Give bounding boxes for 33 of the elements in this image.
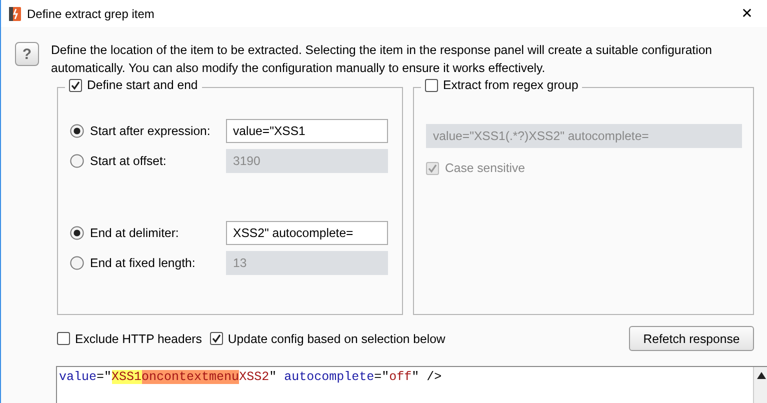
checkbox-icon[interactable]	[210, 332, 223, 345]
help-icon: ?	[15, 42, 39, 66]
checkbox-label: Exclude HTTP headers	[75, 332, 202, 346]
highlighted-code-token: oncontextmenu	[142, 370, 240, 384]
code-token: autocomplete	[284, 370, 374, 384]
checkbox-icon[interactable]	[425, 78, 438, 92]
radio-label: End at fixed length:	[90, 256, 196, 270]
checkbox-label: Update config based on selection below	[228, 332, 446, 346]
code-token: ="	[96, 370, 112, 384]
radio-label: End at delimiter:	[90, 226, 179, 240]
window-title: Define extract grep item	[27, 6, 156, 20]
radio-button[interactable]	[70, 226, 84, 240]
radio-label: Start at offset:	[90, 154, 166, 168]
checkbox-label: Case sensitive	[445, 161, 525, 175]
radio-label: Start after expression:	[90, 124, 210, 138]
close-button[interactable]: ✕	[727, 0, 767, 27]
checkbox-label: Extract from regex group	[443, 78, 578, 92]
value-field[interactable]: value="XSS1	[226, 119, 388, 143]
code-token: " />	[412, 370, 442, 384]
code-token: ="	[374, 370, 390, 384]
checkbox-icon[interactable]	[57, 332, 70, 345]
refetch-button[interactable]: Refetch response	[629, 326, 754, 351]
code-token: value	[59, 370, 97, 384]
radio-button[interactable]	[70, 124, 84, 138]
value-field[interactable]: XSS2" autocomplete=	[226, 221, 388, 245]
code-token: XSS2	[239, 370, 270, 384]
checkbox-icon[interactable]	[69, 78, 82, 92]
code-token: "	[269, 370, 278, 384]
checkbox-label: Define start and end	[87, 78, 198, 92]
help-text: Define the location of the item to be extracted. Selecting the item in the response panel will create a suitable configuration automatically. You can also modify the configuration manually to ensure it works effectively.	[51, 42, 714, 77]
scroll-up-icon[interactable]	[757, 372, 766, 379]
code-token: off	[389, 370, 412, 384]
app-logo-icon	[9, 6, 21, 20]
